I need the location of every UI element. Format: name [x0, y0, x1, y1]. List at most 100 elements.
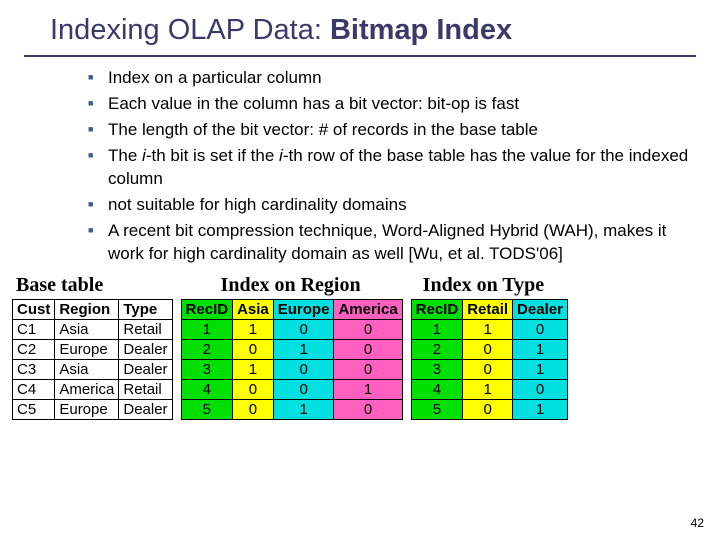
cell: 1	[273, 339, 334, 359]
bullet-item: A recent bit compression technique, Word…	[88, 220, 696, 266]
title-underline	[24, 55, 696, 57]
cell: Asia	[55, 319, 119, 339]
cell: C4	[13, 379, 55, 399]
cell: 4	[411, 379, 463, 399]
bullet-item: The length of the bit vector: # of recor…	[88, 119, 696, 142]
cell: Dealer	[119, 399, 172, 419]
bullet-text: -th bit is set if the	[146, 146, 279, 165]
col-cust: Cust	[13, 299, 55, 319]
cell: 1	[334, 379, 402, 399]
cell: 0	[463, 339, 513, 359]
bullet-text: A recent bit compression technique, Word…	[108, 221, 666, 263]
cell: 2	[411, 339, 463, 359]
cell: 1	[233, 359, 274, 379]
bullet-item: not suitable for high cardinality domain…	[88, 194, 696, 217]
table-row: C1AsiaRetail	[13, 319, 173, 339]
table-header-row: Cust Region Type	[13, 299, 173, 319]
col-asia: Asia	[233, 299, 274, 319]
cell: 1	[233, 319, 274, 339]
cell: America	[55, 379, 119, 399]
cell: 5	[411, 399, 463, 419]
caption-region: Index on Region	[221, 274, 403, 297]
cell: 1	[513, 359, 568, 379]
cell: 0	[273, 319, 334, 339]
cell: 0	[463, 359, 513, 379]
cell: C1	[13, 319, 55, 339]
cell: 1	[411, 319, 463, 339]
base-table: Cust Region Type C1AsiaRetail C2EuropeDe…	[12, 299, 173, 420]
table-row: 4001	[181, 379, 402, 399]
col-recid: RecID	[181, 299, 233, 319]
table-row: C4AmericaRetail	[13, 379, 173, 399]
bullet-text: Each value in the column has a bit vecto…	[108, 94, 519, 113]
table-row: 110	[411, 319, 567, 339]
cell: Europe	[55, 399, 119, 419]
region-index-table: RecID Asia Europe America 1100 2010 3100…	[181, 299, 403, 420]
cell: C5	[13, 399, 55, 419]
cell: 3	[181, 359, 233, 379]
table-row: C3AsiaDealer	[13, 359, 173, 379]
cell: 0	[233, 399, 274, 419]
table-row: 3100	[181, 359, 402, 379]
cell: C2	[13, 339, 55, 359]
cell: Retail	[119, 319, 172, 339]
bullet-item: The i-th bit is set if the i-th row of t…	[88, 145, 696, 191]
page-number: 42	[691, 516, 704, 530]
cell: Asia	[55, 359, 119, 379]
cell: 1	[513, 399, 568, 419]
bullet-text: Index on a particular column	[108, 68, 322, 87]
table-row: 301	[411, 359, 567, 379]
cell: Retail	[119, 379, 172, 399]
bullet-text: The length of the bit vector: # of recor…	[108, 120, 538, 139]
table-row: 5010	[181, 399, 402, 419]
cell: 0	[513, 379, 568, 399]
cell: 3	[411, 359, 463, 379]
cell: 0	[334, 319, 402, 339]
caption-type: Index on Type	[423, 274, 568, 297]
cell: 0	[273, 379, 334, 399]
title-bold: Bitmap Index	[330, 14, 512, 46]
cell: 0	[463, 399, 513, 419]
bullet-text: The	[108, 146, 142, 165]
cell: 0	[334, 359, 402, 379]
table-header-row: RecID Asia Europe America	[181, 299, 402, 319]
cell: 2	[181, 339, 233, 359]
type-index-table: RecID Retail Dealer 110 201 301 410 501	[411, 299, 568, 420]
col-europe: Europe	[273, 299, 334, 319]
table-row: 1100	[181, 319, 402, 339]
cell: 0	[334, 339, 402, 359]
cell: 5	[181, 399, 233, 419]
caption-base: Base table	[16, 274, 173, 297]
col-recid: RecID	[411, 299, 463, 319]
table-row: 2010	[181, 339, 402, 359]
cell: Dealer	[119, 339, 172, 359]
cell: 0	[233, 339, 274, 359]
title-plain: Indexing OLAP Data:	[50, 14, 330, 46]
slide-title: Indexing OLAP Data: Bitmap Index	[0, 0, 720, 53]
bullet-item: Each value in the column has a bit vecto…	[88, 93, 696, 116]
cell: 1	[463, 319, 513, 339]
bullet-text: not suitable for high cardinality domain…	[108, 195, 407, 214]
bullet-item: Index on a particular column	[88, 67, 696, 90]
table-row: C5EuropeDealer	[13, 399, 173, 419]
cell: 4	[181, 379, 233, 399]
cell: 0	[273, 359, 334, 379]
cell: 1	[273, 399, 334, 419]
col-america: America	[334, 299, 402, 319]
table-row: 501	[411, 399, 567, 419]
bullet-list: Index on a particular column Each value …	[48, 67, 696, 266]
col-dealer: Dealer	[513, 299, 568, 319]
cell: 0	[334, 399, 402, 419]
table-row: 410	[411, 379, 567, 399]
table-row: 201	[411, 339, 567, 359]
cell: 0	[513, 319, 568, 339]
table-header-row: RecID Retail Dealer	[411, 299, 567, 319]
cell: Europe	[55, 339, 119, 359]
col-region: Region	[55, 299, 119, 319]
cell: 0	[233, 379, 274, 399]
cell: 1	[513, 339, 568, 359]
cell: C3	[13, 359, 55, 379]
col-type: Type	[119, 299, 172, 319]
col-retail: Retail	[463, 299, 513, 319]
cell: Dealer	[119, 359, 172, 379]
